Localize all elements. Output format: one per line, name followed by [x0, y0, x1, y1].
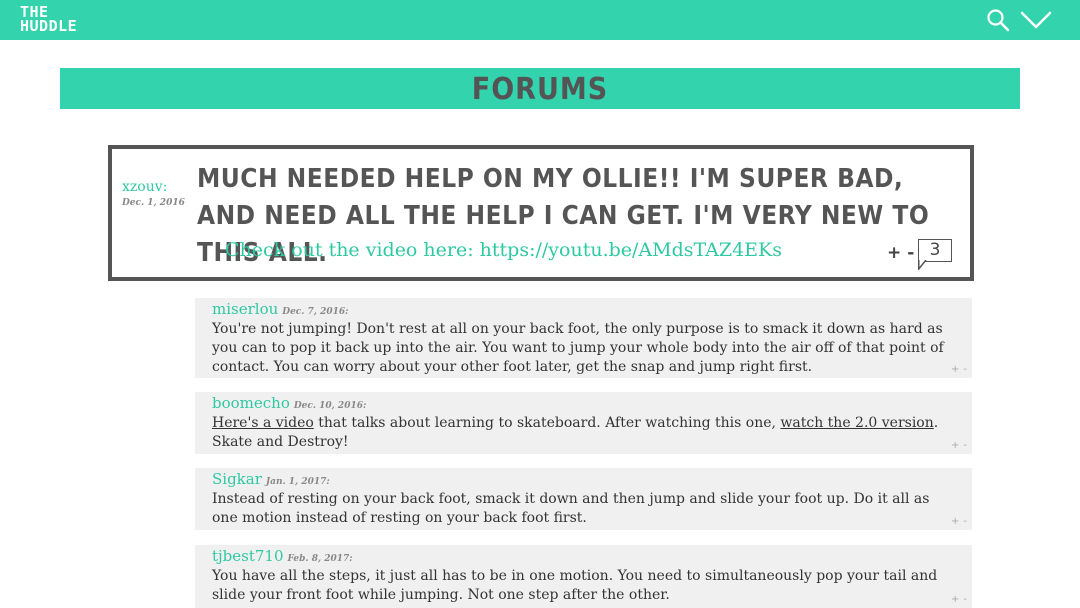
post-date: Dec. 1, 2016 — [122, 198, 185, 208]
downvote-button[interactable]: - — [963, 594, 967, 605]
reply-date: Feb. 8, 2017: — [287, 554, 353, 564]
downvote-button[interactable]: - — [963, 364, 967, 375]
reply-body: You have all the steps, it just all has … — [212, 568, 938, 603]
main-post: xzouv: Dec. 1, 2016 Much needed help on … — [108, 145, 974, 281]
video-link[interactable]: Here's a video — [212, 415, 314, 431]
post-author[interactable]: xzouv: — [122, 179, 167, 195]
reply-vote: + - — [947, 440, 967, 451]
reply-body: You're not jumping! Don't rest at all on… — [212, 321, 944, 375]
reply-author-name[interactable]: Sigkar — [212, 470, 262, 488]
reply-text-end: . — [933, 415, 939, 431]
reply-item: tjbest710 Feb. 8, 2017: You have all the … — [195, 545, 972, 608]
upvote-button[interactable]: + — [951, 594, 959, 605]
reply-item: miserlou Dec. 7, 2016: You're not jumping… — [195, 298, 972, 378]
reply-item: boomecho Dec. 10, 2016: Here's a video th… — [195, 392, 972, 454]
reply-vote: + - — [947, 516, 967, 527]
reply-author-name[interactable]: boomecho — [212, 394, 290, 412]
reply-author[interactable]: Sigkar Jan. 1, 2017: — [212, 470, 330, 488]
reply-vote: + - — [947, 364, 967, 375]
reply-vote: + - — [947, 594, 967, 605]
reply-text-line2: Skate and Destroy! — [212, 434, 349, 450]
reply-date: Dec. 7, 2016: — [282, 307, 349, 317]
speech-bubble-tail-icon — [918, 260, 927, 270]
reply-text: that talks about learning to skateboard.… — [313, 415, 781, 431]
reply-count-badge[interactable]: 3 — [918, 239, 952, 262]
post-video-link[interactable]: Check out the video here: https://youtu.… — [225, 239, 782, 261]
reply-author-name[interactable]: tjbest710 — [212, 547, 284, 565]
downvote-button[interactable]: - — [963, 516, 967, 527]
search-icon[interactable] — [986, 8, 1010, 32]
top-bar: THE HUDDLE — [0, 0, 1080, 40]
page-title: FORUMS — [471, 72, 609, 107]
reply-author-name[interactable]: miserlou — [212, 300, 278, 318]
reply-date: Dec. 10, 2016: — [293, 401, 367, 411]
reply-date: Jan. 1, 2017: — [265, 477, 330, 487]
reply-author[interactable]: miserlou Dec. 7, 2016: — [212, 300, 348, 318]
video-2-link[interactable]: watch the 2.0 version — [780, 415, 933, 431]
site-logo[interactable]: THE HUDDLE — [20, 5, 78, 35]
upvote-button[interactable]: + — [951, 440, 959, 451]
chevron-down-icon[interactable] — [1020, 10, 1052, 30]
upvote-button[interactable]: + — [951, 516, 959, 527]
reply-author[interactable]: boomecho Dec. 10, 2016: — [212, 394, 366, 412]
reply-body: Instead of resting on your back foot, sm… — [212, 491, 930, 526]
upvote-button[interactable]: + — [887, 243, 901, 263]
upvote-button[interactable]: + — [951, 364, 959, 375]
downvote-button[interactable]: - — [963, 440, 967, 451]
reply-item: Sigkar Jan. 1, 2017: Instead of resting o… — [195, 468, 972, 530]
reply-body: Here's a video that talks about learning… — [212, 414, 952, 452]
downvote-button[interactable]: - — [907, 243, 914, 263]
forums-banner: FORUMS — [60, 68, 1020, 109]
post-vote: + - — [887, 243, 920, 263]
logo-line-2: HUDDLE — [20, 17, 78, 35]
reply-author[interactable]: tjbest710 Feb. 8, 2017: — [212, 547, 353, 565]
